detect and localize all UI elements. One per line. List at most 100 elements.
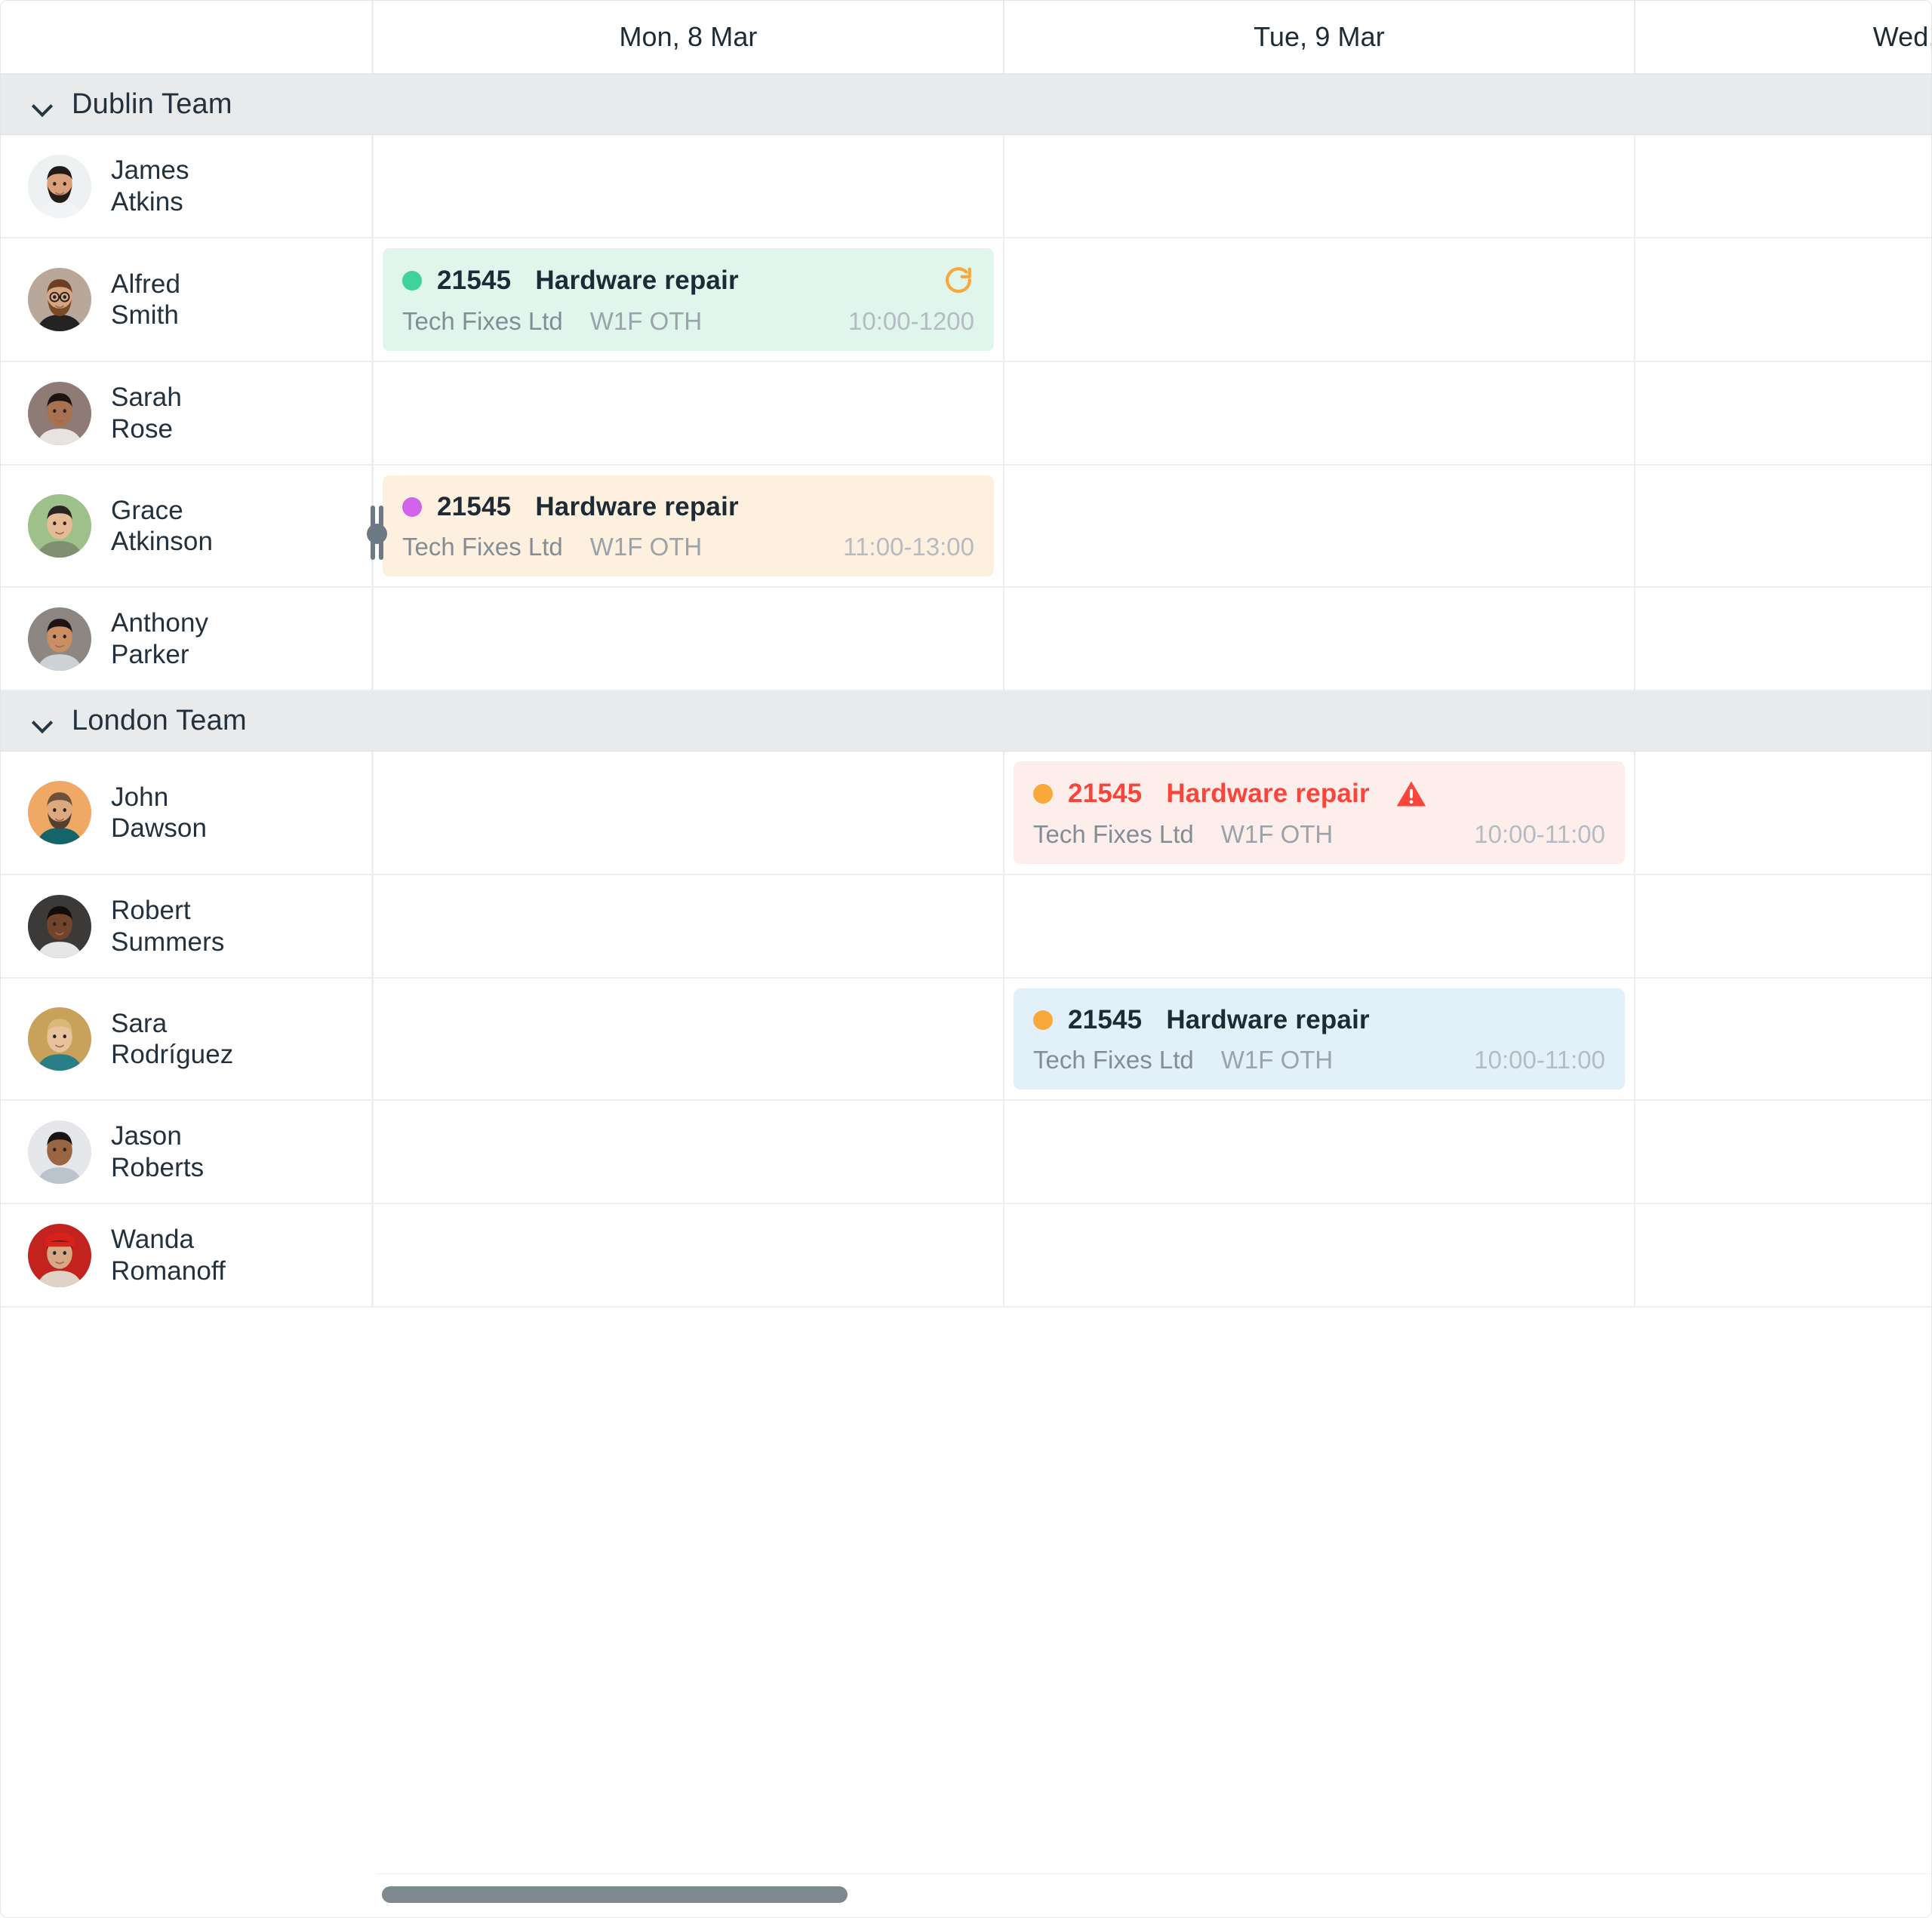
employee-row: John Dawson 21545 Hardware repair Tech F… (1, 752, 1931, 875)
schedule-cell[interactable]: 21545 Hardware repair Tech Fixes Ltd W1F… (374, 238, 1004, 361)
employee-day-track (374, 135, 1931, 237)
scheduler-grid: Mon, 8 MarTue, 9 MarWed, 10 Mar Dublin T… (0, 0, 1932, 1918)
employee-cell[interactable]: John Dawson (1, 752, 374, 874)
group-header-row[interactable]: Dublin Team (1, 75, 1931, 135)
refresh-icon[interactable] (943, 265, 974, 297)
event-card[interactable]: 21545 Hardware repair Tech Fixes Ltd W1F… (383, 475, 994, 576)
employee-last-name: Smith (111, 300, 179, 330)
event-title: Hardware repair (535, 266, 739, 295)
chevron-down-icon[interactable] (32, 712, 52, 731)
employee-name: Anthony Parker (111, 607, 208, 670)
warning-icon[interactable] (1395, 778, 1427, 810)
employee-cell[interactable]: Grace Atkinson (1, 466, 374, 586)
event-title: Hardware repair (535, 492, 739, 521)
event-card[interactable]: 21545 Hardware repair Tech Fixes Ltd W1F… (1014, 988, 1625, 1090)
day-column-header[interactable]: Mon, 8 Mar (374, 1, 1004, 73)
employee-last-name: Dawson (111, 813, 208, 843)
day-column-header[interactable]: Tue, 9 Mar (1004, 1, 1635, 73)
schedule-cell[interactable]: 21545 Hardware repair Tech Fixes Ltd W1F… (1004, 752, 1635, 874)
schedule-cell[interactable] (1004, 135, 1635, 237)
schedule-cell[interactable] (1635, 135, 1931, 237)
horizontal-scrollbar-thumb[interactable] (382, 1886, 848, 1903)
event-card-meta-row: Tech Fixes Ltd W1F OTH 10:00-11:00 (1033, 820, 1605, 849)
schedule-cell[interactable] (374, 135, 1004, 237)
schedule-cell[interactable] (1635, 979, 1931, 1099)
schedule-cell[interactable] (1004, 1204, 1635, 1306)
schedule-cell[interactable] (1004, 875, 1635, 977)
event-card[interactable]: 21545 Hardware repair Tech Fixes Ltd W1F… (1014, 761, 1625, 864)
event-id: 21545 (1068, 779, 1143, 808)
schedule-cell[interactable] (1635, 466, 1931, 586)
day-header-track: Mon, 8 MarTue, 9 MarWed, 10 Mar (374, 1, 1931, 73)
schedule-cell[interactable] (1004, 238, 1635, 361)
schedule-cell[interactable] (1004, 1101, 1635, 1203)
schedule-cell[interactable] (1635, 362, 1931, 464)
schedule-cell[interactable] (1635, 238, 1931, 361)
avatar (28, 268, 91, 331)
event-location: W1F OTH (589, 307, 703, 335)
employee-first-name: Robert (111, 896, 191, 926)
schedule-cell[interactable] (374, 362, 1004, 464)
event-card-meta-row: Tech Fixes Ltd W1F OTH 10:00-1200 (402, 307, 974, 336)
event-time: 10:00-1200 (848, 307, 974, 335)
horizontal-scrollbar[interactable] (376, 1873, 1931, 1917)
schedule-cell[interactable] (1635, 752, 1931, 874)
employee-last-name: Roberts (111, 1152, 205, 1182)
schedule-cell[interactable] (374, 1204, 1004, 1306)
event-client: Tech Fixes Ltd (402, 533, 563, 561)
event-card-title-row: 21545 Hardware repair (402, 265, 974, 297)
employee-cell[interactable]: James Atkins (1, 135, 374, 237)
employee-name: Wanda Romanoff (111, 1224, 226, 1286)
event-card-title-row: 21545 Hardware repair (1033, 778, 1605, 810)
employee-name: Sarah Rose (111, 382, 182, 444)
event-location: W1F OTH (1220, 1046, 1334, 1074)
employee-last-name: Atkinson (111, 527, 214, 556)
employee-row: Jason Roberts (1, 1101, 1931, 1204)
avatar (28, 1007, 91, 1071)
employee-cell[interactable]: Jason Roberts (1, 1101, 374, 1203)
employee-cell[interactable]: Sara Rodríguez (1, 979, 374, 1099)
group-header-row[interactable]: London Team (1, 691, 1931, 752)
schedule-cell[interactable] (374, 875, 1004, 977)
employee-last-name: Romanoff (111, 1256, 226, 1286)
event-id: 21545 (437, 492, 512, 521)
column-resize-handle[interactable] (367, 495, 387, 570)
schedule-cell[interactable] (374, 979, 1004, 1099)
chevron-down-icon[interactable] (32, 95, 52, 115)
event-title: Hardware repair (1166, 1005, 1370, 1034)
employee-cell[interactable]: Robert Summers (1, 875, 374, 977)
employee-row: Sara Rodríguez 21545 Hardware repair Tec… (1, 979, 1931, 1101)
employee-day-track (374, 362, 1931, 464)
schedule-cell[interactable] (1004, 588, 1635, 690)
schedule-cell[interactable] (374, 588, 1004, 690)
employee-row: James Atkins (1, 135, 1931, 238)
employee-cell[interactable]: Sarah Rose (1, 362, 374, 464)
event-location: W1F OTH (589, 533, 703, 561)
employee-first-name: Grace (111, 495, 183, 525)
employee-name: Alfred Smith (111, 269, 180, 331)
avatar (28, 1120, 91, 1184)
schedule-cell[interactable] (374, 1101, 1004, 1203)
avatar (28, 781, 91, 844)
employee-day-track: 21545 Hardware repair Tech Fixes Ltd W1F… (374, 979, 1931, 1099)
employee-day-track (374, 1101, 1931, 1203)
schedule-cell[interactable]: 21545 Hardware repair Tech Fixes Ltd W1F… (374, 466, 1004, 586)
avatar (28, 381, 91, 445)
schedule-cell[interactable]: 21545 Hardware repair Tech Fixes Ltd W1F… (1004, 979, 1635, 1099)
event-time: 11:00-13:00 (843, 533, 974, 561)
employee-cell[interactable]: Anthony Parker (1, 588, 374, 690)
schedule-cell[interactable] (1004, 362, 1635, 464)
status-dot (402, 271, 422, 290)
schedule-cell[interactable] (1635, 588, 1931, 690)
event-card[interactable]: 21545 Hardware repair Tech Fixes Ltd W1F… (383, 248, 994, 351)
schedule-cell[interactable] (1635, 875, 1931, 977)
schedule-cell[interactable] (1635, 1204, 1931, 1306)
employee-row: Wanda Romanoff (1, 1204, 1931, 1308)
day-column-header[interactable]: Wed, 10 Mar (1635, 1, 1931, 73)
employee-cell[interactable]: Wanda Romanoff (1, 1204, 374, 1306)
schedule-cell[interactable] (1635, 1101, 1931, 1203)
employee-day-track: 21545 Hardware repair Tech Fixes Ltd W1F… (374, 752, 1931, 874)
schedule-cell[interactable] (1004, 466, 1635, 586)
schedule-cell[interactable] (374, 752, 1004, 874)
employee-cell[interactable]: Alfred Smith (1, 238, 374, 361)
